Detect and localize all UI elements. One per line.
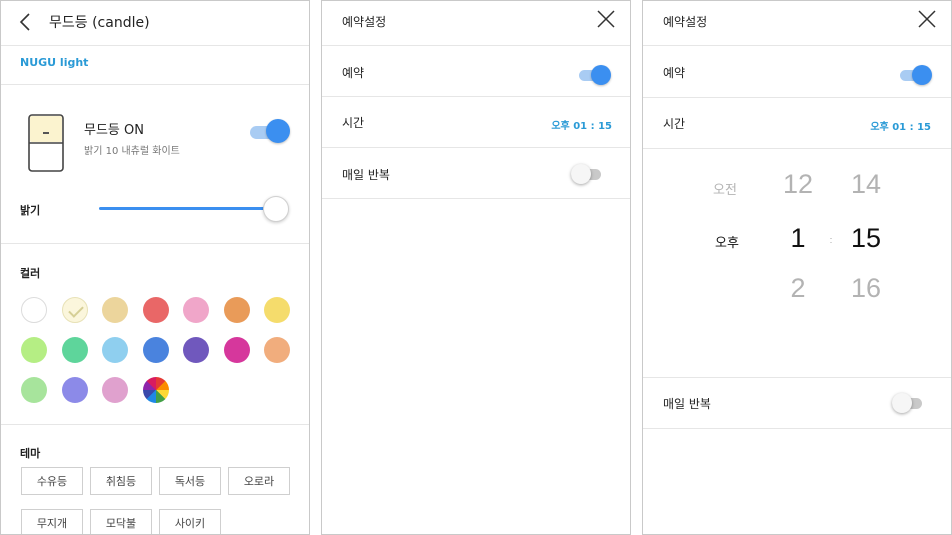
picker-ampm-selected[interactable]: 오후 — [715, 232, 739, 251]
color-swatch[interactable] — [102, 297, 128, 323]
color-swatch[interactable] — [62, 377, 88, 403]
color-swatch[interactable] — [264, 297, 290, 323]
picker-minute-selected[interactable]: 15 — [841, 223, 891, 254]
page-title: 무드등 (candle) — [49, 15, 150, 31]
color-swatch[interactable] — [183, 297, 209, 323]
color-swatch[interactable] — [102, 337, 128, 363]
theme-button[interactable]: 모닥불 — [90, 509, 152, 534]
brightness-fill — [99, 207, 276, 210]
theme-section-label: 테마 — [20, 447, 41, 460]
reservation-label: 예약 — [342, 66, 365, 80]
reservation-toggle[interactable] — [900, 65, 932, 85]
close-icon[interactable] — [596, 9, 616, 29]
picker-hour-below[interactable]: 2 — [773, 273, 823, 304]
color-swatch[interactable] — [21, 377, 47, 403]
theme-button[interactable]: 무지개 — [21, 509, 83, 534]
power-toggle[interactable] — [250, 119, 290, 143]
picker-minute-above[interactable]: 14 — [841, 169, 891, 200]
color-swatch-selected[interactable] — [62, 297, 88, 323]
picker-minute-below[interactable]: 16 — [841, 273, 891, 304]
repeat-label: 매일 반복 — [342, 168, 390, 182]
color-swatch-rainbow[interactable] — [143, 377, 169, 403]
theme-button[interactable]: 독서등 — [159, 467, 221, 495]
color-swatch[interactable] — [143, 297, 169, 323]
color-swatch[interactable] — [62, 337, 88, 363]
tab-nugu-light[interactable]: NUGU light — [20, 56, 88, 69]
color-section-label: 컬러 — [20, 267, 41, 280]
time-value[interactable]: 오후 01 : 15 — [551, 117, 612, 132]
theme-button[interactable]: 수유등 — [21, 467, 83, 495]
close-icon[interactable] — [917, 9, 937, 29]
reservation-label: 예약 — [663, 66, 686, 80]
color-swatch[interactable] — [224, 337, 250, 363]
page-title: 예약설정 — [342, 15, 387, 29]
device-panel: 무드등 (candle) NUGU light 무드등 ON 밝기 10 내츄럴… — [0, 0, 310, 535]
schedule-panel: 예약설정 예약 시간 오후 01 : 15 매일 반복 — [321, 0, 631, 535]
picker-hour-selected[interactable]: 1 — [773, 223, 823, 254]
repeat-toggle[interactable] — [571, 164, 601, 184]
color-swatch[interactable] — [102, 377, 128, 403]
time-label: 시간 — [342, 116, 365, 130]
brightness-slider[interactable] — [99, 196, 289, 222]
schedule-picker-panel: 예약설정 예약 시간 오후 01 : 15 오전 오후 12 1 2 : 14 … — [642, 0, 952, 535]
time-value[interactable]: 오후 01 : 15 — [870, 118, 931, 133]
time-label: 시간 — [663, 117, 686, 131]
theme-button[interactable]: 사이키 — [159, 509, 221, 534]
device-name: 무드등 ON — [84, 123, 144, 138]
checkmark-icon — [68, 302, 84, 318]
brightness-thumb[interactable] — [263, 196, 289, 222]
repeat-toggle[interactable] — [892, 393, 922, 413]
color-swatch[interactable] — [21, 337, 47, 363]
reservation-toggle[interactable] — [579, 65, 611, 85]
theme-button[interactable]: 오로라 — [228, 467, 290, 495]
device-status: 밝기 10 내츄럴 화이트 — [84, 146, 180, 157]
chevron-left-icon[interactable] — [16, 12, 36, 32]
mood-lamp-icon — [28, 114, 64, 172]
picker-ampm-above[interactable]: 오전 — [713, 179, 737, 198]
picker-hour-above[interactable]: 12 — [773, 169, 823, 200]
page-title: 예약설정 — [663, 15, 708, 29]
theme-button[interactable]: 취침등 — [90, 467, 152, 495]
color-swatch[interactable] — [224, 297, 250, 323]
color-swatch[interactable] — [21, 297, 47, 323]
color-swatch[interactable] — [143, 337, 169, 363]
picker-separator: : — [829, 235, 833, 245]
color-swatch[interactable] — [264, 337, 290, 363]
color-swatch[interactable] — [183, 337, 209, 363]
brightness-label: 밝기 — [20, 204, 41, 217]
repeat-label: 매일 반복 — [663, 397, 711, 411]
